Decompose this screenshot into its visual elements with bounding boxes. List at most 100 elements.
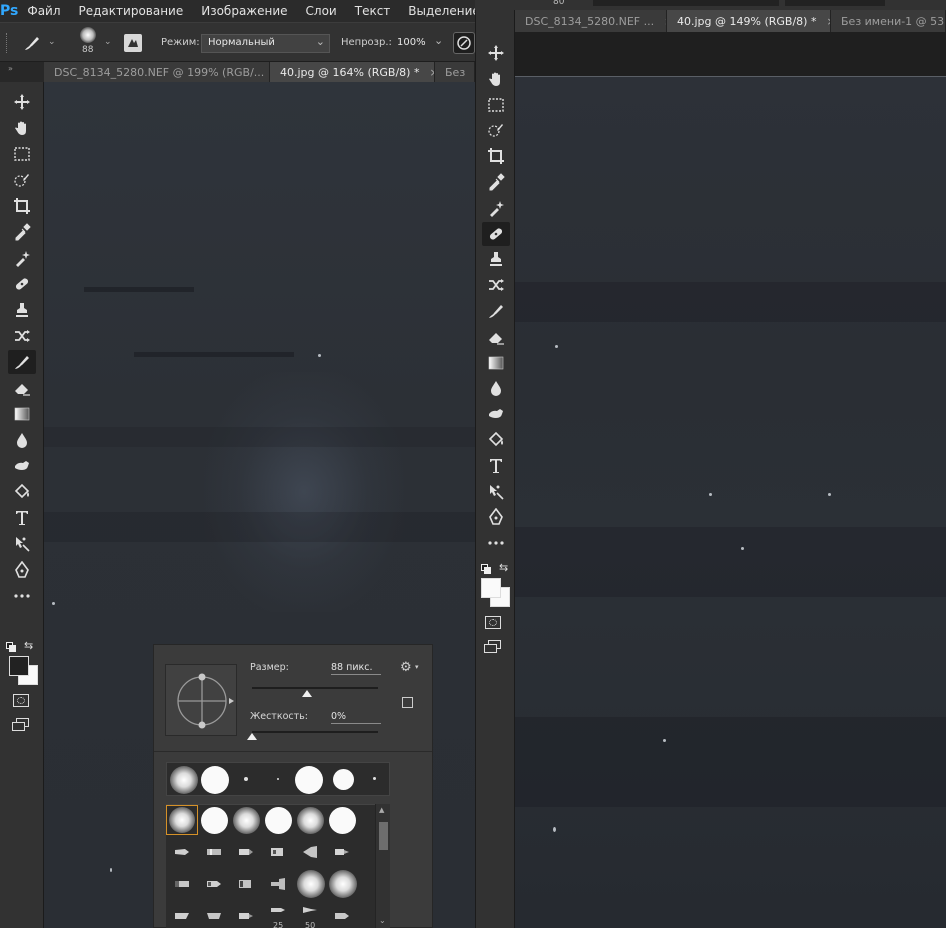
brush-preset[interactable]: [233, 807, 260, 834]
hardness-value[interactable]: 0%: [331, 711, 381, 724]
dropdown-arrow-icon[interactable]: ⌄: [48, 37, 56, 47]
brush-preset[interactable]: [175, 880, 189, 888]
recent-brush[interactable]: [170, 766, 198, 794]
menu-image[interactable]: Изображение: [192, 4, 296, 18]
hand-icon[interactable]: [8, 116, 36, 140]
clone-stamp-icon[interactable]: [482, 247, 510, 271]
brush-preset[interactable]: [297, 870, 325, 898]
smudge-icon[interactable]: [8, 454, 36, 478]
marquee-icon[interactable]: [8, 142, 36, 166]
tab-untitled[interactable]: Без: [435, 62, 475, 82]
gradient-icon[interactable]: [482, 351, 510, 375]
brush-preset[interactable]: [201, 807, 228, 834]
size-slider-thumb[interactable]: [302, 690, 313, 697]
path-select-icon[interactable]: [482, 480, 510, 504]
paint-bucket-icon[interactable]: [8, 480, 36, 504]
gear-icon[interactable]: ⚙: [400, 660, 412, 675]
type-icon[interactable]: [482, 454, 510, 478]
recent-brush[interactable]: [244, 777, 248, 781]
brush-preset[interactable]: [329, 870, 357, 898]
right-canvas[interactable]: [515, 76, 946, 928]
gradient-icon[interactable]: [8, 402, 36, 426]
content-aware-move-icon[interactable]: [8, 324, 36, 348]
pen-icon[interactable]: [482, 505, 510, 529]
hand-icon[interactable]: [482, 67, 510, 91]
brush-preset[interactable]: [169, 807, 195, 833]
eyedropper-icon[interactable]: [8, 220, 36, 244]
panel-collapse-icon[interactable]: »: [0, 62, 44, 82]
brush-preset[interactable]: [303, 906, 317, 914]
tab-dsc[interactable]: DSC_8134_5280.NEF ...×: [515, 10, 667, 32]
menu-layers[interactable]: Слои: [297, 4, 346, 18]
menu-edit[interactable]: Редактирование: [70, 4, 193, 18]
healing-brush-icon[interactable]: [482, 221, 510, 246]
brush-preset[interactable]: [335, 848, 349, 856]
menu-file[interactable]: Файл: [18, 4, 69, 18]
paint-bucket-icon[interactable]: [482, 428, 510, 452]
brush-icon[interactable]: [8, 350, 36, 374]
recent-brush[interactable]: [373, 777, 376, 780]
new-preset-icon[interactable]: [402, 697, 413, 708]
brush-preset[interactable]: [239, 912, 253, 920]
scroll-thumb[interactable]: [379, 822, 388, 850]
size-value[interactable]: 88 пикс.: [331, 662, 381, 675]
brush-preset[interactable]: [335, 912, 349, 920]
clone-stamp-icon[interactable]: [8, 298, 36, 322]
opacity-field[interactable]: 100%: [397, 37, 426, 48]
quick-select-icon[interactable]: [482, 118, 510, 142]
scroll-up-icon[interactable]: ▲: [379, 806, 384, 814]
healing-brush-icon[interactable]: [8, 272, 36, 296]
recent-brush[interactable]: [277, 778, 279, 780]
dropdown-arrow-icon[interactable]: ⌄: [104, 37, 112, 47]
tab-untitled[interactable]: Без имени-1 @ 53,: [831, 10, 946, 32]
brush-preset[interactable]: [303, 846, 317, 858]
marquee-icon[interactable]: [482, 93, 510, 117]
path-select-icon[interactable]: [8, 532, 36, 556]
recent-brush[interactable]: [201, 766, 229, 794]
brush-preset[interactable]: [329, 807, 356, 834]
brush-icon[interactable]: [482, 299, 510, 323]
pressure-opacity-icon[interactable]: [453, 32, 475, 54]
brush-preset[interactable]: [271, 906, 285, 914]
blur-icon[interactable]: [8, 428, 36, 452]
menu-text[interactable]: Текст: [346, 4, 400, 18]
default-colors-icon[interactable]: [481, 564, 493, 576]
brush-panel-toggle-icon[interactable]: [124, 34, 142, 52]
more-tools-icon[interactable]: [482, 531, 510, 555]
quick-mask-icon[interactable]: [485, 616, 501, 629]
preset-scrollbar[interactable]: ▲ ⌄: [375, 804, 390, 928]
scroll-down-icon[interactable]: ⌄: [379, 916, 386, 925]
brush-angle-preview[interactable]: [165, 664, 237, 736]
tab-40jpg[interactable]: 40.jpg @ 149% (RGB/8) *×: [667, 10, 831, 32]
recent-brush[interactable]: [333, 769, 354, 790]
brush-preset[interactable]: [265, 807, 292, 834]
spot-healing-icon[interactable]: [8, 246, 36, 270]
blur-icon[interactable]: [482, 376, 510, 400]
default-colors-icon[interactable]: [6, 642, 18, 654]
quick-select-icon[interactable]: [8, 168, 36, 192]
brush-preset[interactable]: [271, 848, 285, 856]
foreground-color-swatch[interactable]: [9, 656, 29, 676]
brush-preset[interactable]: [239, 848, 253, 856]
brush-preset[interactable]: [271, 878, 285, 890]
mode-select[interactable]: Нормальный ⌄: [201, 34, 330, 53]
brush-preset[interactable]: [175, 912, 189, 920]
brush-preset[interactable]: [207, 848, 221, 856]
hardness-slider-track[interactable]: [252, 731, 378, 733]
more-tools-icon[interactable]: [8, 584, 36, 608]
eraser-icon[interactable]: [8, 376, 36, 400]
brush-preset[interactable]: [207, 912, 221, 920]
tab-40jpg[interactable]: 40.jpg @ 164% (RGB/8) *×: [270, 62, 435, 82]
pen-icon[interactable]: [8, 558, 36, 582]
recent-brush[interactable]: [295, 766, 323, 794]
screen-mode-icon[interactable]: [12, 718, 30, 732]
move-icon[interactable]: [482, 41, 510, 65]
brush-preset[interactable]: [239, 880, 253, 888]
brush-preset-icon[interactable]: [22, 33, 42, 57]
move-icon[interactable]: [8, 90, 36, 114]
swap-colors-icon[interactable]: ⇆: [499, 561, 508, 574]
brush-preset[interactable]: [207, 880, 221, 888]
foreground-color-swatch[interactable]: [481, 578, 501, 598]
screen-mode-icon[interactable]: [484, 640, 502, 654]
chevron-down-icon[interactable]: ⌄: [434, 34, 443, 47]
